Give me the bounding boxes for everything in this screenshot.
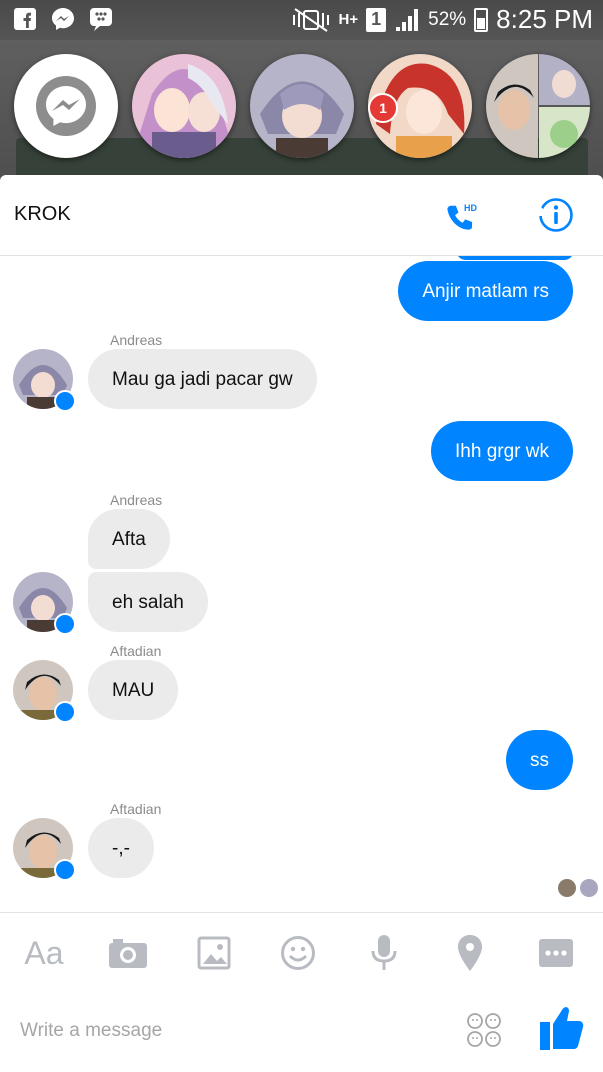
messenger-badge-icon (54, 859, 76, 881)
group-avatar-image (486, 54, 590, 158)
anime-avatar-image (132, 54, 236, 158)
emoji-button[interactable] (278, 931, 318, 975)
sim-indicator: 1 (366, 7, 387, 32)
unread-badge: 1 (368, 93, 398, 123)
gallery-button[interactable] (194, 931, 234, 975)
messenger-badge-icon (54, 613, 76, 635)
anime-avatar-image (250, 54, 354, 158)
sender-name: Aftadian (110, 801, 162, 817)
seen-avatar (580, 879, 598, 897)
camera-icon (109, 939, 147, 968)
microphone-icon (371, 935, 397, 970)
voice-button[interactable] (366, 931, 402, 975)
sender-name: Aftadian (110, 643, 162, 659)
chat-heads-bar: 1 (0, 40, 603, 218)
composer-toolbar: Aa (0, 912, 603, 993)
more-button[interactable] (536, 931, 576, 975)
messenger-badge-icon (54, 701, 76, 723)
conversation-panel: KROK HD Anjir matlam rs Andreas Mau ga j… (0, 175, 603, 1072)
signal-icon (396, 8, 419, 31)
battery-percent: 52% (428, 8, 467, 30)
network-type: H+ (338, 11, 359, 28)
incoming-message[interactable]: eh salah (88, 572, 208, 632)
gallery-icon (197, 936, 231, 970)
vibrate-mute-icon (292, 7, 329, 32)
clock: 8:25 PM (496, 4, 593, 34)
group-chat-head[interactable] (486, 54, 590, 158)
bbm-icon (88, 6, 114, 32)
message-composer: Write a message (0, 992, 603, 1072)
sender-name: Andreas (110, 332, 163, 348)
chat-head-avatar[interactable] (132, 54, 236, 158)
hd-label: HD (464, 203, 477, 213)
camera-button[interactable] (106, 931, 150, 975)
chat-head-avatar[interactable] (250, 54, 354, 158)
location-button[interactable] (452, 931, 488, 975)
incoming-message[interactable]: -,- (88, 818, 154, 878)
outgoing-message[interactable]: ss (506, 730, 573, 790)
incoming-message[interactable]: Mau ga jadi pacar gw (88, 349, 317, 409)
emoji-icon (281, 936, 315, 970)
conversation-title[interactable]: KROK (14, 203, 71, 226)
messenger-home-head[interactable] (14, 54, 118, 158)
thumbs-up-icon (540, 1007, 584, 1050)
incoming-message[interactable]: MAU (88, 660, 179, 720)
message-input[interactable]: Write a message (20, 1020, 162, 1042)
more-icon (539, 939, 573, 967)
previous-message-bubble (456, 256, 574, 260)
incoming-message[interactable]: Afta (88, 509, 170, 569)
like-send-button[interactable] (538, 1002, 586, 1052)
text-mode-button[interactable]: Aa (20, 931, 68, 975)
outgoing-message[interactable]: Ihh grgr wk (431, 421, 573, 481)
active-head-pointer (530, 206, 550, 216)
messenger-icon (50, 6, 76, 32)
conversation-header: KROK HD (0, 175, 603, 256)
seen-avatar (558, 879, 576, 897)
phone-hd-icon: HD (447, 203, 477, 230)
status-bar: H+ 1 52% 8:25 PM (0, 0, 603, 40)
location-icon (458, 935, 482, 971)
stickers-icon (467, 1013, 501, 1047)
messenger-icon (36, 76, 96, 136)
messenger-badge-icon (54, 390, 76, 412)
sender-name: Andreas (110, 492, 163, 508)
facebook-icon (12, 6, 38, 32)
outgoing-message[interactable]: Anjir matlam rs (398, 261, 573, 321)
message-list[interactable]: Anjir matlam rs Andreas Mau ga jadi paca… (0, 256, 603, 911)
stickers-button[interactable] (466, 1012, 502, 1048)
battery-icon (474, 7, 489, 32)
hd-call-button[interactable]: HD (444, 199, 480, 233)
